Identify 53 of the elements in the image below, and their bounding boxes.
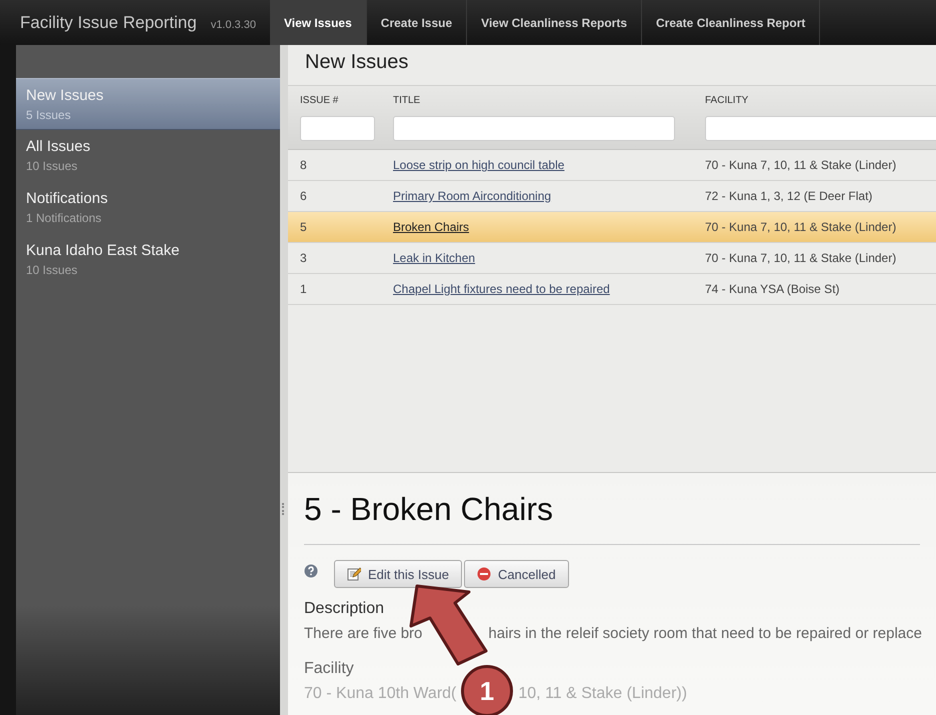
field-value: There are five bro [304,625,422,642]
table-row[interactable]: 8 Loose strip on high council table 70 - Kuna 7, 10, 11 & Stake (Linder) [288,150,936,181]
splitter-handle[interactable] [280,45,288,715]
filter-field[interactable] [393,116,675,141]
no-entry-icon [476,567,491,581]
field-value: 70 - Kuna 10th Ward( [304,685,456,703]
table-row[interactable]: 1 Chapel Light fixtures need to be repaired 74 - Kuna YSA (Boise St) [288,274,936,305]
field-value: hairs in the releif society room that need to be repaired or replace [488,625,922,642]
table-row[interactable]: 6 Primary Room Airconditioning 72 - Kuna 1, 3, 12 (E Deer Flat) [288,181,936,212]
item-count: 10 Issues [26,159,78,173]
field-label: Facility [304,660,355,678]
table-cell-text: 70 - Kuna 7, 10, 11 & Stake (Linder) [704,158,898,172]
table-row[interactable]: 3 Leak in Kitchen 70 - Kuna 7, 10, 11 & Stake (Linder) [288,243,936,274]
table-cell-text: 70 - Kuna 7, 10, 11 & Stake (Linder) [704,220,898,234]
sidebar-item[interactable]: Notifications 1 Notifications [16,182,280,234]
table-cell-text: 1 [299,282,308,296]
item-label: All Issues [26,138,92,155]
table-row[interactable]: 5 Broken Chairs 70 - Kuna 7, 10, 11 & Stake (Linder) [288,212,936,243]
issue-title: 5 - Broken Chairs [304,491,554,528]
table-cell-text: 6 [299,189,308,203]
table-cell-text: 5 [299,220,308,234]
table-cell-text: 72 - Kuna 1, 3, 12 (E Deer Flat) [704,189,874,203]
app-title: Facility Issue Reporting [20,12,197,32]
item-label: Notifications [26,190,109,207]
item-count: 5 Issues [26,108,72,122]
item-label: Kuna Idaho East Stake [26,242,180,259]
column-header: ISSUE # [299,94,340,108]
help-icon[interactable] [304,564,318,578]
issue-link[interactable]: Leak in Kitchen [393,251,476,265]
edit-icon [347,567,361,581]
field-value: 10, 11 & Stake (Linder)) [518,685,688,703]
issue-link[interactable]: Primary Room Airconditioning [393,189,552,203]
column-header: FACILITY [704,94,750,108]
table-cell-text: 70 - Kuna 7, 10, 11 & Stake (Linder) [704,251,898,265]
field-label: Description [304,600,386,618]
table-cell-text: 8 [299,158,308,172]
issue-link[interactable]: Loose strip on high council table [393,158,564,172]
filter-field[interactable] [300,116,375,141]
table-cell-text: 74 - Kuna YSA (Boise St) [704,282,841,296]
sidebar-item[interactable]: All Issues 10 Issues [16,130,280,182]
sidebar-item[interactable]: Kuna Idaho East Stake 10 Issues [16,234,280,286]
item-count: 1 Notifications [26,211,102,225]
status-button[interactable]: Cancelled [464,560,569,588]
item-count: 10 Issues [26,263,78,277]
filter-field[interactable] [705,116,936,141]
issue-link[interactable]: Chapel Light fixtures need to be repaired [393,282,610,296]
nav-tab[interactable]: View Issues [270,0,367,45]
column-header: TITLE [392,94,422,108]
issue-link[interactable]: Broken Chairs [393,220,470,234]
table-cell-text: 3 [299,251,308,265]
item-label: New Issues [26,87,105,104]
version-label: v1.0.3.30 [210,18,256,30]
edit-button[interactable]: Edit this Issue [334,560,462,588]
